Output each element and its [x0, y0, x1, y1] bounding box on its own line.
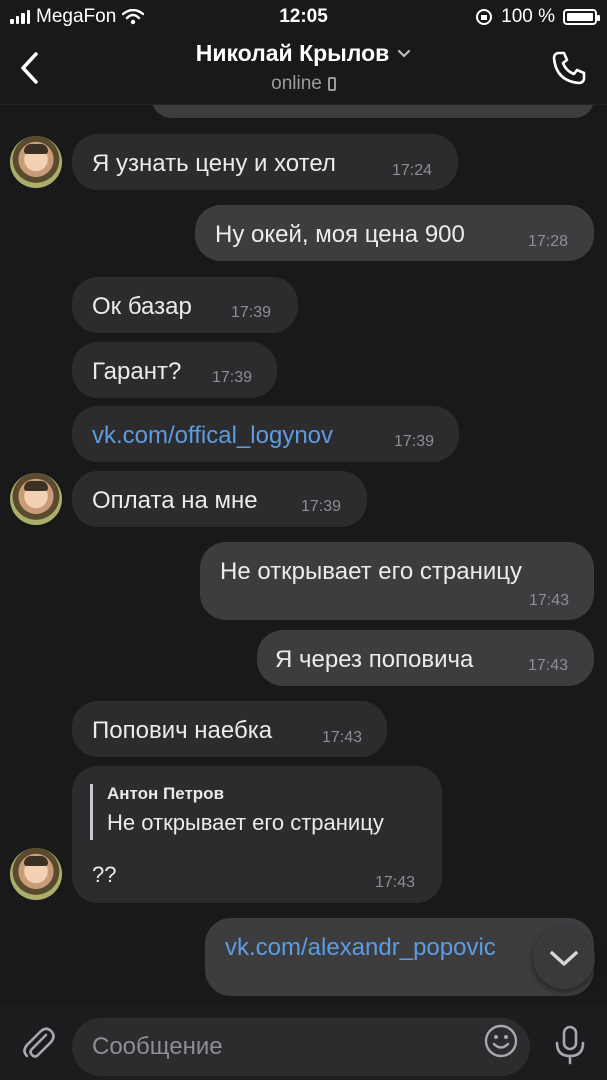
message-text: Ну окей, моя цена 900 — [215, 221, 465, 248]
carrier-name: MegaFon — [36, 6, 117, 27]
avatar[interactable] — [10, 848, 62, 900]
message-link[interactable]: vk.com/offical_logynov — [92, 422, 333, 450]
message-time: 17:28 — [528, 233, 569, 250]
attach-button[interactable] — [18, 1023, 58, 1063]
mobile-icon — [327, 77, 336, 91]
message-text: Оплата на мне — [92, 487, 258, 514]
phone-icon — [552, 51, 586, 85]
reply-author: Антон Петров — [107, 784, 225, 803]
composer: Сообщение — [0, 1005, 607, 1080]
message-bubble[interactable]: Оплата на мне 17:39 — [72, 471, 367, 527]
battery-icon — [563, 9, 600, 25]
message-time: 17:43 — [528, 657, 569, 674]
battery-fill — [567, 13, 593, 21]
message-text: Гарант? — [92, 358, 182, 385]
message-time: 17:43 — [529, 592, 570, 609]
message-time: 17:39 — [301, 498, 342, 515]
message-time: 17:24 — [392, 162, 433, 179]
message-time: 17:43 — [375, 874, 416, 891]
scroll-down-button[interactable] — [533, 927, 595, 989]
orientation-lock-icon — [476, 9, 493, 25]
smiley-icon — [484, 1024, 518, 1058]
contact-name: Николай Крылов — [195, 40, 390, 66]
message-bubble[interactable]: Я через поповича 17:43 — [257, 630, 594, 686]
message-bubble[interactable]: Попович наебка 17:43 — [72, 701, 387, 757]
emoji-button[interactable] — [484, 1024, 518, 1058]
battery-percent: 100 % — [501, 6, 555, 27]
signal-icon — [10, 10, 30, 24]
message-bubble[interactable]: Антон Петров Не открывает его страницу ?… — [72, 766, 442, 903]
message-text: Я узнать цену и хотел — [92, 150, 336, 177]
message-time: 17:39 — [231, 304, 272, 321]
message-input[interactable]: Сообщение — [72, 1018, 530, 1076]
status-bar: MegaFon 12:05 100 % — [0, 0, 607, 34]
reply-text: Не открывает его страницу — [107, 810, 384, 835]
avatar[interactable] — [10, 473, 62, 525]
message-bubble[interactable]: vk.com/offical_logynov 17:39 — [72, 406, 459, 462]
message-bubble[interactable]: Ну окей, моя цена 900 17:28 — [195, 205, 594, 261]
message-text: Не открывает его страницу — [220, 558, 522, 585]
avatar[interactable] — [10, 136, 62, 188]
chevron-down-icon — [550, 951, 578, 966]
message-bubble[interactable]: Не открывает его страницу 17:43 — [200, 542, 594, 620]
microphone-button[interactable] — [552, 1025, 588, 1065]
contact-status: online — [271, 73, 322, 94]
chat-header: Николай Крылов online — [0, 34, 607, 105]
reply-quote[interactable]: Антон Петров Не открывает его страницу — [90, 784, 384, 840]
chat-title[interactable]: Николай Крылов online — [0, 40, 607, 95]
paperclip-icon — [23, 1027, 55, 1058]
message-bubble[interactable]: Я узнать цену и хотел 17:24 — [72, 134, 458, 190]
wifi-icon — [122, 9, 145, 25]
message-bubble[interactable]: Ок базар 17:39 — [72, 277, 298, 333]
microphone-icon — [555, 1025, 585, 1065]
message-time: 17:43 — [322, 729, 363, 746]
call-button[interactable] — [549, 48, 589, 88]
message-text: Ок базар — [92, 293, 192, 320]
message-text: Я через поповича — [275, 646, 474, 673]
chevron-down-icon — [398, 49, 411, 58]
message-time: 17:39 — [394, 433, 435, 450]
message-time: 17:39 — [212, 369, 253, 386]
message-text: Попович наебка — [92, 717, 273, 744]
message-link[interactable]: vk.com/alexandr_popovic — [225, 934, 496, 962]
message-list[interactable]: Я узнать цену и хотел 17:24 Ну окей, моя… — [0, 0, 607, 1005]
message-bubble[interactable]: Гарант? 17:39 — [72, 342, 277, 398]
message-text: ?? — [92, 862, 117, 887]
